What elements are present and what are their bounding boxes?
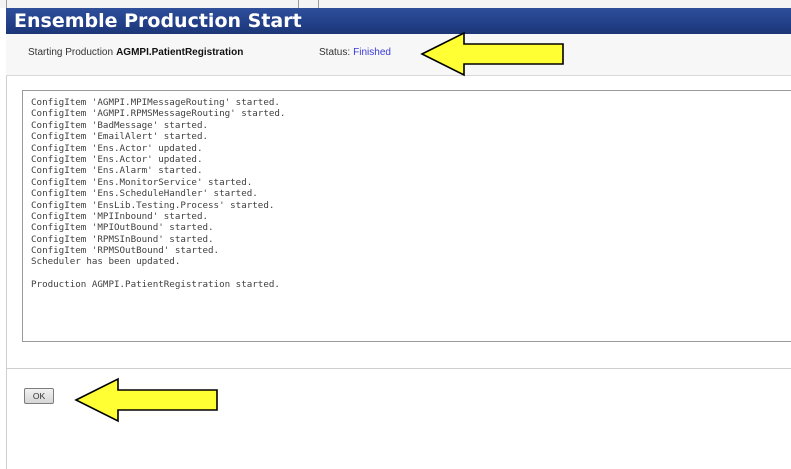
log-line: ConfigItem 'AGMPI.MPIMessageRouting' sta… [31,97,280,108]
log-line: Scheduler has been updated. [31,256,181,268]
starting-production-label: Starting Production [28,47,114,58]
status-value: Finished [353,47,391,58]
log-spacer [31,268,791,279]
log-line: ConfigItem 'BadMessage' started. [31,119,209,131]
log-line: ConfigItem 'MPIOutBound' started. [31,222,214,234]
log-final-line: Production AGMPI.PatientRegistration sta… [31,278,280,290]
dialog-title: Ensemble Production Start [6,8,791,34]
dialog-left-border [6,76,7,469]
log-line: ConfigItem 'EnsLib.Testing.Process' star… [31,199,275,211]
ok-button[interactable]: OK [24,388,54,404]
starting-production-text: Starting Production AGMPI.PatientRegistra… [28,47,243,58]
status-text: Status: Finished [319,47,391,58]
log-line: ConfigItem 'RPMSOutBound' started. [31,245,220,257]
background-window-strip [0,0,791,8]
log-line: ConfigItem 'Ens.Alarm' started. [31,165,203,177]
production-name: AGMPI.PatientRegistration [116,47,244,58]
window-divider [298,0,299,8]
log-line: ConfigItem 'Ens.Actor' updated. [31,153,203,165]
log-line: ConfigItem 'Ens.MonitorService' started. [31,176,253,188]
dialog-divider [6,368,791,369]
log-line: ConfigItem 'Ens.ScheduleHandler' started… [31,188,258,200]
production-status-row: Starting Production AGMPI.PatientRegistra… [6,34,791,76]
window-divider [318,0,319,8]
log-line: ConfigItem 'MPIInbound' started. [31,210,209,222]
log-line: ConfigItem 'RPMSInBound' started. [31,233,214,245]
status-label: Status: [319,47,351,58]
ok-arrow-icon [74,377,218,423]
log-line: ConfigItem 'EmailAlert' started. [31,131,209,143]
status-arrow-icon [420,31,564,77]
startup-log-textarea[interactable]: ConfigItem 'AGMPI.MPIMessageRouting' sta… [22,90,791,342]
log-line: ConfigItem 'Ens.Actor' updated. [31,142,203,154]
log-line: ConfigItem 'AGMPI.RPMSMessageRouting' st… [31,108,286,120]
window-divider [6,0,7,8]
